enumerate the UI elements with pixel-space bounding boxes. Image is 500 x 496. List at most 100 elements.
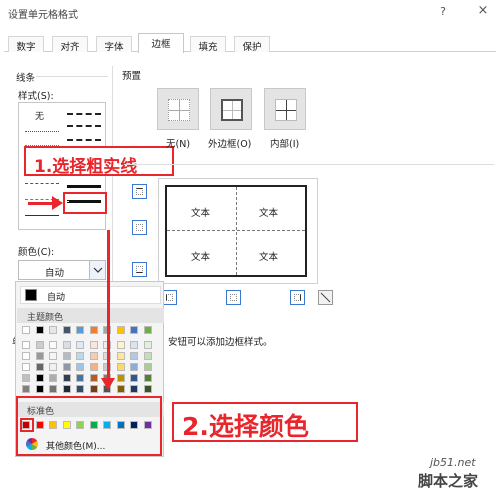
- title-bar: 设置单元格格式 ? ×: [0, 0, 500, 26]
- border-inside-vertical-button[interactable]: [226, 290, 241, 305]
- theme-color-swatch[interactable]: [22, 326, 30, 334]
- help-button[interactable]: ?: [436, 5, 450, 18]
- theme-color-swatch[interactable]: [49, 326, 57, 334]
- theme-color-swatch[interactable]: [76, 385, 84, 393]
- theme-color-swatch[interactable]: [35, 341, 44, 349]
- theme-color-swatch[interactable]: [35, 326, 44, 334]
- theme-color-swatch[interactable]: [143, 326, 152, 334]
- tab-font[interactable]: 字体: [96, 36, 132, 53]
- tab-border[interactable]: 边框: [138, 33, 184, 53]
- theme-color-swatch[interactable]: [143, 363, 152, 371]
- theme-color-swatch[interactable]: [49, 374, 57, 382]
- line-style-slant-dashdot[interactable]: [67, 125, 101, 127]
- theme-color-swatch[interactable]: [62, 385, 71, 393]
- theme-color-swatch[interactable]: [22, 341, 30, 349]
- theme-color-swatch[interactable]: [22, 374, 30, 382]
- theme-color-swatch[interactable]: [143, 352, 152, 360]
- theme-color-swatch[interactable]: [116, 363, 125, 371]
- theme-color-swatch[interactable]: [130, 341, 138, 349]
- color-combobox-value: 自动: [45, 268, 65, 279]
- close-button[interactable]: ×: [476, 3, 490, 18]
- color-label: 颜色(C):: [18, 247, 55, 258]
- theme-color-swatch[interactable]: [35, 374, 44, 382]
- theme-color-swatch[interactable]: [89, 363, 98, 371]
- theme-color-swatch[interactable]: [76, 341, 84, 349]
- theme-color-swatch[interactable]: [76, 363, 84, 371]
- theme-color-swatch[interactable]: [62, 363, 71, 371]
- thick-line-highlight: [63, 192, 107, 214]
- line-style-medium-dashdotdot[interactable]: [67, 113, 101, 115]
- theme-color-swatch[interactable]: [130, 374, 138, 382]
- border-right-button[interactable]: [290, 290, 305, 305]
- auto-color-swatch: [25, 289, 37, 301]
- border-diagonal-button[interactable]: [318, 290, 333, 305]
- theme-color-swatch[interactable]: [62, 352, 71, 360]
- color-combobox[interactable]: 自动: [18, 260, 106, 280]
- border-bottom-button[interactable]: [132, 262, 147, 277]
- auto-color-option[interactable]: 自动: [20, 286, 161, 304]
- theme-color-swatch[interactable]: [116, 385, 125, 393]
- color-dropdown-button[interactable]: [89, 261, 105, 279]
- theme-color-swatch[interactable]: [35, 352, 44, 360]
- preset-none-label: 无(N): [166, 139, 191, 150]
- line-style-thin[interactable]: [25, 215, 59, 216]
- theme-color-swatch[interactable]: [49, 385, 57, 393]
- theme-color-swatch[interactable]: [22, 363, 30, 371]
- line-style-thick-selected[interactable]: [69, 201, 101, 203]
- theme-color-swatch[interactable]: [22, 352, 30, 360]
- preview-cell-text: 文本: [191, 208, 211, 219]
- border-preview[interactable]: 文本 文本 文本 文本: [158, 178, 318, 284]
- tab-protection[interactable]: 保护: [234, 36, 270, 53]
- theme-color-swatch[interactable]: [89, 385, 98, 393]
- preset-none-button[interactable]: [157, 88, 199, 130]
- border-inside-horizontal-button[interactable]: [132, 220, 147, 235]
- theme-color-swatch[interactable]: [89, 374, 98, 382]
- theme-color-swatch[interactable]: [143, 374, 152, 382]
- theme-color-swatch[interactable]: [49, 352, 57, 360]
- theme-color-swatch[interactable]: [89, 341, 98, 349]
- preview-inner-horizontal: [167, 230, 305, 231]
- preset-inside-label: 内部(I): [270, 139, 300, 150]
- theme-color-swatch[interactable]: [116, 352, 125, 360]
- preset-outline-button[interactable]: [210, 88, 252, 130]
- border-left-button[interactable]: [162, 290, 177, 305]
- theme-color-swatch[interactable]: [130, 326, 138, 334]
- theme-color-swatch[interactable]: [76, 352, 84, 360]
- theme-color-swatch[interactable]: [89, 326, 98, 334]
- tab-fill[interactable]: 填充: [190, 36, 226, 53]
- tab-number[interactable]: 数字: [8, 36, 44, 53]
- preset-inside-button[interactable]: [264, 88, 306, 130]
- theme-color-swatch[interactable]: [62, 326, 71, 334]
- theme-color-swatch[interactable]: [130, 363, 138, 371]
- line-style-medium-dashdot[interactable]: [67, 139, 101, 141]
- theme-color-swatch[interactable]: [22, 385, 30, 393]
- theme-color-swatch[interactable]: [49, 363, 57, 371]
- border-top-button[interactable]: [132, 184, 147, 199]
- line-style-dashdot[interactable]: [25, 183, 59, 184]
- theme-color-swatch[interactable]: [76, 326, 84, 334]
- theme-color-swatch[interactable]: [116, 341, 125, 349]
- tab-alignment[interactable]: 对齐: [52, 36, 88, 53]
- theme-color-swatch[interactable]: [116, 326, 125, 334]
- selected-color-highlight: [20, 418, 34, 432]
- theme-color-swatch[interactable]: [35, 385, 44, 393]
- theme-color-swatch[interactable]: [143, 341, 152, 349]
- theme-color-swatch[interactable]: [143, 385, 152, 393]
- theme-color-swatch[interactable]: [35, 363, 44, 371]
- theme-color-swatch[interactable]: [116, 374, 125, 382]
- theme-color-swatch[interactable]: [130, 352, 138, 360]
- theme-color-swatch[interactable]: [89, 352, 98, 360]
- step2-arrow-shaft: [107, 230, 110, 380]
- theme-color-swatch[interactable]: [49, 341, 57, 349]
- line-style-thick[interactable]: [67, 185, 101, 188]
- line-style-dotted[interactable]: [25, 131, 59, 132]
- step1-callout: 1.选择粗实线: [24, 146, 174, 177]
- tab-strip: 数字 对齐 字体 边框 填充 保护: [4, 30, 496, 53]
- hint-text: 安钮可以添加边框样式。: [168, 337, 273, 348]
- theme-color-swatch[interactable]: [62, 341, 71, 349]
- line-style-none[interactable]: 无: [35, 109, 44, 122]
- theme-color-swatch[interactable]: [130, 385, 138, 393]
- step2-arrow-head: [101, 378, 115, 390]
- theme-color-swatch[interactable]: [76, 374, 84, 382]
- theme-color-swatch[interactable]: [62, 374, 71, 382]
